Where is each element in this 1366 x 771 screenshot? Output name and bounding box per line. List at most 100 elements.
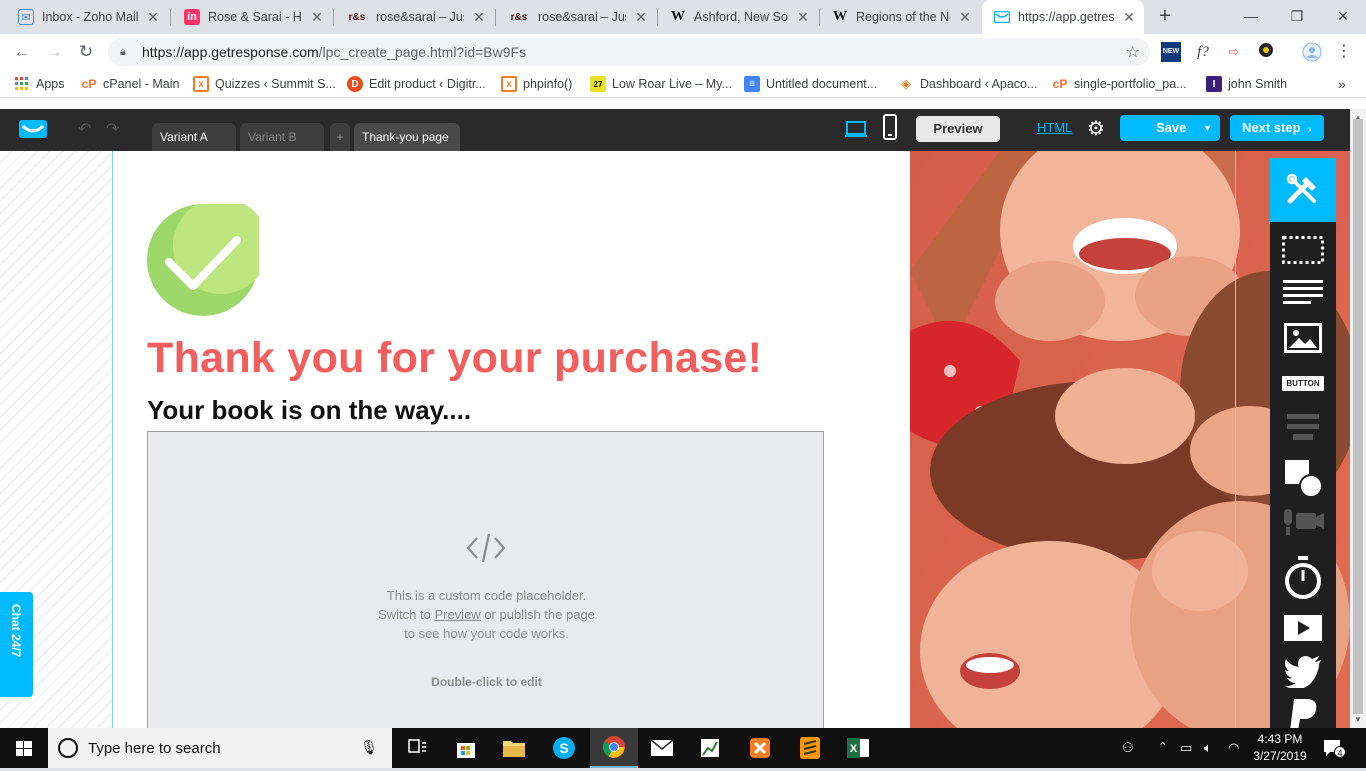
tab-variant-b[interactable]: Variant B bbox=[240, 123, 324, 151]
wifi-icon[interactable]: ◠ bbox=[1228, 740, 1239, 756]
shapes-button[interactable] bbox=[1270, 456, 1336, 500]
new-tab-button[interactable]: + bbox=[1154, 6, 1176, 28]
design-tools-button[interactable] bbox=[1270, 158, 1336, 222]
menu-dots-icon[interactable]: ⋮ bbox=[1334, 42, 1354, 62]
vertical-scrollbar[interactable]: ▲ ▼ bbox=[1350, 109, 1366, 728]
windows-start-button[interactable] bbox=[0, 728, 48, 768]
cast-extension-icon[interactable]: ⇨ bbox=[1224, 42, 1244, 62]
html-link[interactable]: HTML bbox=[1037, 120, 1072, 135]
wikipedia-icon: W bbox=[671, 9, 685, 24]
restore-button[interactable]: ❐ bbox=[1274, 0, 1320, 34]
add-variant-button[interactable]: + bbox=[330, 123, 350, 151]
button-icon: BUTTON bbox=[1282, 375, 1324, 391]
bookmark-single-portfolio[interactable]: cP single-portfolio_pa... bbox=[1052, 74, 1187, 94]
font-extension-icon[interactable]: f? bbox=[1193, 42, 1213, 62]
browser-tab[interactable]: in Rose & Sarai - Home ✕ bbox=[172, 0, 332, 34]
text-icon bbox=[1283, 280, 1323, 304]
taskbar-xampp[interactable] bbox=[736, 728, 784, 768]
action-center-button[interactable]: 4 bbox=[1322, 738, 1346, 758]
taskbar-skype[interactable]: S bbox=[540, 728, 588, 768]
browser-tab[interactable]: W Ashford, New South ✕ bbox=[658, 0, 818, 34]
taskbar-excel[interactable]: X bbox=[834, 728, 882, 768]
browser-tab[interactable]: ✉ Inbox - Zoho Mail ✕ bbox=[6, 0, 168, 34]
chat-24-7-button[interactable]: Chat 24/7 bbox=[0, 592, 33, 697]
reload-button[interactable]: ↻ bbox=[74, 40, 98, 64]
page-subtitle[interactable]: Your book is on the way.... bbox=[147, 395, 471, 426]
bookmark-phpinfo[interactable]: x phpinfo() bbox=[501, 74, 572, 94]
chevron-up-icon[interactable]: ⌃ bbox=[1158, 740, 1167, 753]
bookmark-edit-product[interactable]: D Edit product ‹ Digitr... bbox=[347, 74, 486, 94]
scroll-down-icon[interactable]: ▼ bbox=[1354, 715, 1362, 724]
getresponse-logo-icon[interactable] bbox=[18, 117, 48, 141]
browser-tab[interactable]: r&s rose&sarai – Just a ✕ bbox=[496, 0, 656, 34]
redo-icon[interactable]: ↷ bbox=[106, 119, 119, 139]
people-icon[interactable]: ⚇ bbox=[1122, 740, 1134, 756]
color-picker-extension-icon[interactable] bbox=[1256, 42, 1276, 62]
webinar-button[interactable] bbox=[1270, 501, 1336, 545]
taskbar-chrome[interactable] bbox=[590, 728, 638, 768]
form-button[interactable] bbox=[1270, 406, 1336, 450]
forward-button[interactable]: → bbox=[42, 40, 66, 64]
taskbar-file-explorer[interactable] bbox=[490, 728, 538, 768]
bookmark-dashboard[interactable]: ◈ Dashboard ‹ Apaco... bbox=[898, 74, 1037, 94]
chevron-down-icon[interactable]: ▼ bbox=[1203, 115, 1212, 141]
tab-thank-you-page[interactable]: Thank-you page bbox=[354, 123, 460, 151]
bookmark-low-roar[interactable]: 27 Low Roar Live – My... bbox=[590, 74, 732, 94]
countdown-timer-button[interactable] bbox=[1270, 556, 1336, 600]
tab-variant-a[interactable]: Variant A bbox=[152, 123, 236, 151]
more-bookmarks-icon[interactable]: » bbox=[1338, 74, 1346, 94]
close-icon[interactable]: ✕ bbox=[796, 9, 810, 26]
taskbar-clock[interactable]: 4:43 PM 3/27/2019 bbox=[1250, 731, 1310, 765]
gear-icon[interactable]: ⚙ bbox=[1087, 116, 1105, 141]
back-button[interactable]: ← bbox=[10, 40, 34, 64]
twitter-button[interactable] bbox=[1270, 650, 1336, 694]
profile-avatar-icon[interactable] bbox=[1302, 42, 1322, 62]
custom-code-block[interactable]: This is a custom code placeholder. Switc… bbox=[147, 431, 824, 728]
minimize-button[interactable]: — bbox=[1228, 0, 1274, 34]
video-button[interactable] bbox=[1270, 606, 1336, 650]
mobile-view-icon[interactable] bbox=[882, 114, 898, 140]
bookmark-john-smith[interactable]: I john Smith bbox=[1206, 74, 1287, 94]
preview-link[interactable]: Preview bbox=[434, 607, 480, 622]
page-title[interactable]: Thank you for your purchase! bbox=[147, 334, 762, 383]
browser-tab[interactable]: r&s rose&sarai – Just a ✕ bbox=[334, 0, 494, 34]
battery-icon[interactable]: ▭ bbox=[1180, 740, 1192, 756]
close-icon[interactable]: ✕ bbox=[310, 9, 324, 26]
undo-icon[interactable]: ↶ bbox=[78, 119, 91, 139]
bookmark-apps[interactable]: Apps bbox=[14, 74, 65, 94]
close-icon[interactable]: ✕ bbox=[472, 9, 486, 26]
taskbar-sublime[interactable] bbox=[786, 728, 834, 768]
window-close-button[interactable]: ✕ bbox=[1320, 0, 1366, 34]
news-extension-icon[interactable]: NEW bbox=[1161, 42, 1181, 62]
taskbar-chart-app[interactable] bbox=[686, 728, 734, 768]
button-element-button[interactable]: BUTTON bbox=[1270, 361, 1336, 405]
save-button[interactable]: Save ▼ bbox=[1120, 115, 1220, 141]
taskbar-mail[interactable] bbox=[638, 728, 686, 768]
browser-tab-active[interactable]: https://app.getresp ✕ bbox=[982, 0, 1144, 34]
microphone-icon[interactable]: 🎙︎ bbox=[360, 739, 378, 756]
bookmark-untitled-doc[interactable]: ≡ Untitled document... bbox=[744, 74, 877, 94]
preview-button[interactable]: Preview bbox=[916, 116, 1000, 142]
volume-icon[interactable]: 🔈︎ bbox=[1204, 740, 1212, 756]
close-icon[interactable]: ✕ bbox=[958, 9, 972, 26]
desktop-view-icon[interactable] bbox=[845, 118, 867, 140]
next-step-button[interactable]: Next step › bbox=[1230, 115, 1324, 141]
section-button[interactable] bbox=[1270, 228, 1336, 272]
bookmark-star-icon[interactable]: ☆ bbox=[1126, 42, 1140, 62]
scrollbar-thumb[interactable] bbox=[1353, 119, 1363, 714]
text-button[interactable] bbox=[1270, 271, 1336, 315]
task-view-button[interactable] bbox=[394, 728, 442, 768]
bookmark-cpanel[interactable]: cP cPanel - Main bbox=[81, 74, 180, 94]
bookmark-quizzes[interactable]: x Quizzes ‹ Summit S... bbox=[193, 74, 336, 94]
taskbar-store[interactable] bbox=[442, 728, 490, 768]
checkmark-icon[interactable] bbox=[147, 204, 259, 316]
taskbar-search[interactable]: Type here to search 🎙︎ bbox=[48, 728, 392, 768]
close-icon[interactable]: ✕ bbox=[146, 9, 160, 26]
browser-tab[interactable]: W Regions of the No ✕ bbox=[820, 0, 980, 34]
windows-logo-icon bbox=[16, 741, 32, 756]
close-icon[interactable]: ✕ bbox=[1122, 9, 1136, 26]
close-icon[interactable]: ✕ bbox=[634, 9, 648, 26]
address-bar[interactable]: 🔒︎ https://app.getresponse.com/lpc_creat… bbox=[108, 38, 1150, 66]
image-button[interactable] bbox=[1270, 316, 1336, 360]
browser-toolbar: ← → ↻ 🔒︎ https://app.getresponse.com/lpc… bbox=[0, 34, 1366, 70]
